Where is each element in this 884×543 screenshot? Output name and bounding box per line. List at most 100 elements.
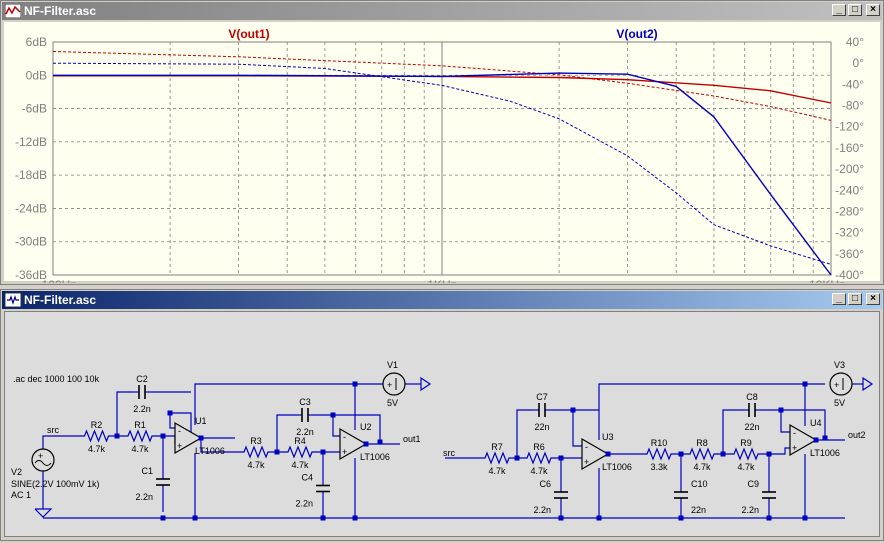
net-label-out2: out2: [848, 430, 866, 440]
junction-dot: [352, 515, 358, 521]
x-axis: 100Hz 1KHz 10KHz: [42, 278, 845, 292]
resistor[interactable]: [477, 451, 517, 465]
capacitor-value: 22n: [534, 422, 549, 432]
source-ac: AC 1: [11, 490, 31, 500]
capacitor[interactable]: [533, 403, 551, 417]
right-axis-tick-label: -240°: [835, 183, 864, 197]
resistor-ref: R10: [651, 438, 668, 448]
resistor[interactable]: [517, 451, 561, 465]
junction-dot: [192, 515, 198, 521]
right-axis-tick-label: -200°: [835, 162, 864, 176]
opamp-pin-minus: -: [585, 442, 588, 452]
waveform-app-icon: [5, 4, 21, 18]
right-axis-tick-label: 40°: [846, 35, 864, 49]
wire[interactable]: [42, 435, 76, 449]
supply-v1[interactable]: +: [382, 372, 406, 396]
resistor[interactable]: [637, 447, 681, 461]
bode-plot[interactable]: V(out1) V(out2) 6dB 0dB -6dB -12dB -18dB -24d…: [4, 22, 882, 292]
right-axis-tick-label: -40°: [842, 77, 864, 91]
schematic-titlebar[interactable]: NF-Filter.asc _ □ ×: [2, 291, 882, 309]
resistor-ref: R9: [740, 438, 752, 448]
right-axis-tick-label: 0°: [853, 56, 865, 70]
junction-dot: [570, 407, 576, 413]
capacitor-ref: C7: [536, 392, 548, 402]
resistor[interactable]: [277, 445, 323, 459]
plus-sign: +: [387, 380, 392, 390]
schematic-close-button[interactable]: ×: [866, 293, 880, 305]
opamp-pin-plus: +: [792, 443, 797, 453]
left-axis-tick-label: -30dB: [15, 235, 47, 249]
opamp-pin-minus: -: [793, 428, 796, 438]
trace-label-out2[interactable]: V(out2): [616, 27, 657, 41]
capacitor[interactable]: [316, 459, 330, 518]
left-axis-tick-label: 6dB: [26, 35, 47, 49]
resistor[interactable]: [723, 447, 769, 461]
junction-dot: [678, 515, 684, 521]
resistor[interactable]: [681, 447, 723, 461]
resistor-value: 4.7k: [737, 462, 755, 472]
schematic-drawing[interactable]: + - + - + + - + - + + .ac dec 1000 100 10k V2 SINE(2…: [5, 312, 881, 538]
right-axis-tick-label: -80°: [842, 99, 864, 113]
junction-dot: [114, 433, 120, 439]
wire[interactable]: [116, 391, 133, 436]
resistor-ref: R8: [696, 438, 708, 448]
schematic-minimize-button[interactable]: _: [832, 293, 846, 305]
junction-dot: [514, 455, 520, 461]
junction-dot: [596, 515, 602, 521]
capacitor[interactable]: [133, 385, 151, 399]
junction-dot: [766, 515, 772, 521]
plot-pane[interactable]: V(out1) V(out2) 6dB 0dB -6dB -12dB -18dB -24d…: [4, 22, 882, 292]
junction-dot: [802, 381, 808, 387]
junction-dot: [352, 381, 358, 387]
schematic-window[interactable]: NF-Filter.asc _ □ × + - + - + + - + - + + .ac dec …: [0, 289, 884, 541]
maximize-button[interactable]: □: [848, 4, 862, 16]
close-button[interactable]: ×: [866, 4, 880, 16]
junction-dot: [822, 435, 828, 441]
minimize-button[interactable]: _: [832, 4, 846, 16]
wire[interactable]: [276, 414, 297, 452]
junction-dot: [320, 515, 326, 521]
resistor-ref: R7: [491, 442, 503, 452]
trace-label-out1[interactable]: V(out1): [228, 27, 269, 41]
wire[interactable]: [332, 415, 340, 437]
capacitor[interactable]: [554, 472, 568, 518]
voltage-source-v2[interactable]: +: [31, 448, 55, 472]
capacitor[interactable]: [743, 403, 761, 417]
waveform-title: NF-Filter.asc: [24, 4, 97, 18]
wire[interactable]: [572, 410, 582, 447]
junction-dot: [778, 407, 784, 413]
junction-dot: [605, 451, 611, 457]
x-axis-tick-label: 1KHz: [427, 278, 456, 283]
resistor[interactable]: [76, 429, 117, 443]
supply-v3[interactable]: +: [829, 372, 853, 396]
right-axis-tick-label: -280°: [835, 204, 864, 218]
resistor[interactable]: [235, 445, 277, 459]
capacitor[interactable]: [762, 472, 776, 518]
resistor[interactable]: [117, 429, 163, 443]
wire[interactable]: [194, 383, 385, 425]
resistor-ref: R4: [294, 436, 306, 446]
right-axis-tick-label: -160°: [835, 141, 864, 155]
ground-symbol: [34, 508, 53, 518]
schematic-title: NF-Filter.asc: [24, 293, 97, 307]
junction-dot: [813, 437, 819, 443]
source-value: SINE(2.2V 100mV 1k): [11, 479, 100, 489]
opamp-ref: U3: [602, 432, 614, 442]
schematic-app-icon: [5, 293, 21, 307]
plus-sign: +: [38, 451, 43, 461]
capacitor[interactable]: [674, 472, 688, 518]
resistor-value: 4.7k: [247, 460, 265, 470]
supply-value: 5V: [834, 398, 845, 408]
wire[interactable]: [769, 447, 790, 455]
schematic-canvas[interactable]: + - + - + + - + - + + .ac dec 1000 100 10k V2 SINE(2…: [4, 311, 880, 537]
resistor-value: 4.7k: [291, 460, 309, 470]
schematic-maximize-button[interactable]: □: [848, 293, 862, 305]
capacitor[interactable]: [297, 408, 313, 422]
capacitor-ref: C10: [691, 479, 708, 489]
waveform-window[interactable]: NF-Filter.asc _ □ × V(out1) V(out2) 6dB 0…: [0, 0, 884, 292]
wire[interactable]: [516, 409, 533, 458]
wire[interactable]: [780, 410, 790, 433]
capacitor[interactable]: [156, 452, 170, 512]
waveform-titlebar[interactable]: NF-Filter.asc _ □ ×: [2, 2, 882, 20]
right-axis: 40° 0° -40° -80° -120° -160° -200° -240° -280° -3…: [835, 35, 864, 282]
